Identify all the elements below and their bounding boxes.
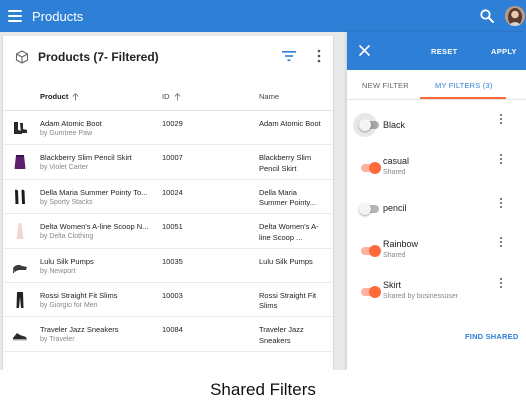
product-name-cell: Blackberry Slim Pencil Skirt: [259, 153, 312, 173]
table-header: Product ID Name: [3, 78, 333, 111]
heel-thumbnail: [12, 264, 27, 273]
card-header: Products (7- Filtered): [3, 36, 333, 78]
product-name-cell: Adam Atomic Boot: [259, 119, 321, 128]
app-bar: Products: [0, 0, 526, 32]
app-title: Products: [32, 8, 84, 24]
filter-toggle[interactable]: [361, 286, 381, 298]
figure-caption: Shared Filters: [210, 380, 316, 399]
active-tab-indicator: [420, 97, 506, 99]
product-name-cell: Rossi Straight Fit Slims: [259, 290, 317, 311]
filter-tabs: NEW FILTER MY FILTERS (3): [347, 70, 526, 100]
app-frame: Products Products (7- Filtered) Product …: [0, 0, 526, 370]
product-name: Della Maria Summer Pointy To...: [40, 187, 148, 197]
product-name: Delta Women's A-line Scoop N...: [40, 222, 149, 232]
product-id: 10084: [162, 325, 183, 335]
card-title: Products (7- Filtered): [38, 50, 159, 64]
product-name-cell: Delta Women's A-line Scoop ...: [259, 222, 319, 242]
products-table-body: Adam Atomic Boot by Gumtree Paw 10029 Ad…: [3, 111, 333, 352]
product-id: 10003: [162, 290, 183, 300]
product-brand: by Violet Carter: [40, 164, 89, 172]
column-label-id: ID: [162, 92, 170, 101]
more-vert-icon[interactable]: [316, 49, 322, 63]
product-id: 10035: [162, 256, 183, 266]
table-row[interactable]: Traveler Jazz Sneakers by Traveler 10084…: [3, 317, 333, 352]
filter-sharing-status: Shared: [383, 169, 406, 176]
column-label-name: Name: [259, 92, 280, 101]
product-id: 10024: [162, 187, 183, 197]
table-row[interactable]: Rossi Straight Fit Slims by Giorgio for …: [3, 283, 333, 318]
filter-item-rainbow: Rainbow Shared: [347, 233, 526, 267]
table-row[interactable]: Lulu Silk Pumps by Newport 10035 Lulu Si…: [3, 249, 333, 283]
product-brand: by Sporty Stacks: [40, 198, 93, 206]
tab-my-filters[interactable]: MY FILTERS (3): [435, 81, 493, 90]
box-icon: [15, 50, 29, 64]
product-name-cell: Lulu Silk Pumps: [259, 256, 313, 266]
product-name: Traveler Jazz Sneakers: [40, 325, 119, 335]
filter-item-black: Black: [347, 110, 526, 144]
product-name-cell: Della Maria Summer Pointy...: [259, 187, 316, 208]
product-brand: by Newport: [40, 267, 76, 275]
product-brand: by Delta Clothing: [40, 233, 94, 241]
product-name-cell: Traveler Jazz Sneakers: [259, 325, 304, 345]
search-icon[interactable]: [479, 8, 495, 24]
product-id: 10051: [162, 222, 183, 232]
sneaker-thumbnail: [13, 333, 27, 341]
filter-sharing-status: Shared: [383, 252, 406, 259]
column-header-name: Name: [259, 92, 279, 101]
more-vert-icon[interactable]: [499, 154, 503, 165]
filter-toggle[interactable]: [361, 245, 381, 257]
tab-new-filter[interactable]: NEW FILTER: [362, 81, 409, 90]
filter-label: Skirt: [383, 280, 401, 290]
product-brand: by Gumtree Paw: [40, 130, 93, 137]
sort-arrow-up-icon: [173, 92, 181, 100]
product-id: 10029: [162, 119, 183, 128]
dress-thumbnail: [16, 223, 24, 240]
skirt-thumbnail: [14, 155, 26, 170]
filter-label: Black: [383, 120, 406, 130]
table-row[interactable]: Adam Atomic Boot by Gumtree Paw 10029 Ad…: [3, 111, 333, 146]
product-brand: by Giorgio for Men: [40, 301, 98, 309]
more-vert-icon[interactable]: [499, 198, 503, 209]
products-card: Products (7- Filtered) Product ID Name A…: [3, 36, 333, 370]
filter-item-pencil: pencil: [347, 194, 526, 228]
more-vert-icon[interactable]: [499, 114, 503, 125]
more-vert-icon[interactable]: [499, 237, 503, 248]
filter-toggle[interactable]: [353, 113, 379, 137]
product-id: 10007: [162, 153, 183, 163]
close-icon[interactable]: [359, 45, 370, 56]
filter-toggle[interactable]: [359, 203, 379, 215]
pumps-thumbnail: [15, 189, 25, 204]
find-shared-button[interactable]: FIND SHARED: [465, 332, 518, 341]
column-header-product[interactable]: Product: [40, 92, 79, 101]
sort-arrow-up-icon: [72, 92, 79, 100]
filter-item-casual: casual Shared: [347, 150, 526, 184]
filter-toggle[interactable]: [361, 162, 381, 174]
table-row[interactable]: Delta Women's A-line Scoop N... by Delta…: [3, 214, 333, 249]
more-vert-icon[interactable]: [499, 278, 503, 289]
filter-icon[interactable]: [282, 50, 296, 62]
product-name: Blackberry Slim Pencil Skirt: [40, 153, 132, 163]
boot-thumbnail: [14, 122, 27, 134]
filter-label: Rainbow: [383, 239, 419, 249]
reset-button[interactable]: RESET: [431, 47, 458, 56]
filter-label: pencil: [383, 203, 407, 213]
table-row[interactable]: Blackberry Slim Pencil Skirt by Violet C…: [3, 145, 333, 180]
drawer-toolbar: RESET APPLY: [347, 32, 526, 70]
product-name: Rossi Straight Fit Slims: [40, 290, 118, 300]
avatar[interactable]: [505, 6, 525, 26]
apply-button[interactable]: APPLY: [491, 47, 517, 56]
product-name: Adam Atomic Boot: [40, 119, 102, 128]
table-row[interactable]: Della Maria Summer Pointy To... by Sport…: [3, 180, 333, 215]
filter-sharing-status: Shared by businessuser: [383, 293, 459, 300]
filter-item-skirt: Skirt Shared by businessuser: [347, 274, 526, 308]
filter-label: casual: [383, 156, 410, 166]
menu-icon[interactable]: [8, 10, 22, 22]
column-header-id[interactable]: ID: [162, 92, 181, 101]
pants-thumbnail: [16, 291, 24, 308]
product-brand: by Traveler: [40, 336, 75, 344]
column-label-product: Product: [40, 92, 69, 101]
filter-drawer: RESET APPLY NEW FILTER MY FILTERS (3) Bl…: [347, 32, 526, 370]
product-name: Lulu Silk Pumps: [40, 256, 94, 266]
